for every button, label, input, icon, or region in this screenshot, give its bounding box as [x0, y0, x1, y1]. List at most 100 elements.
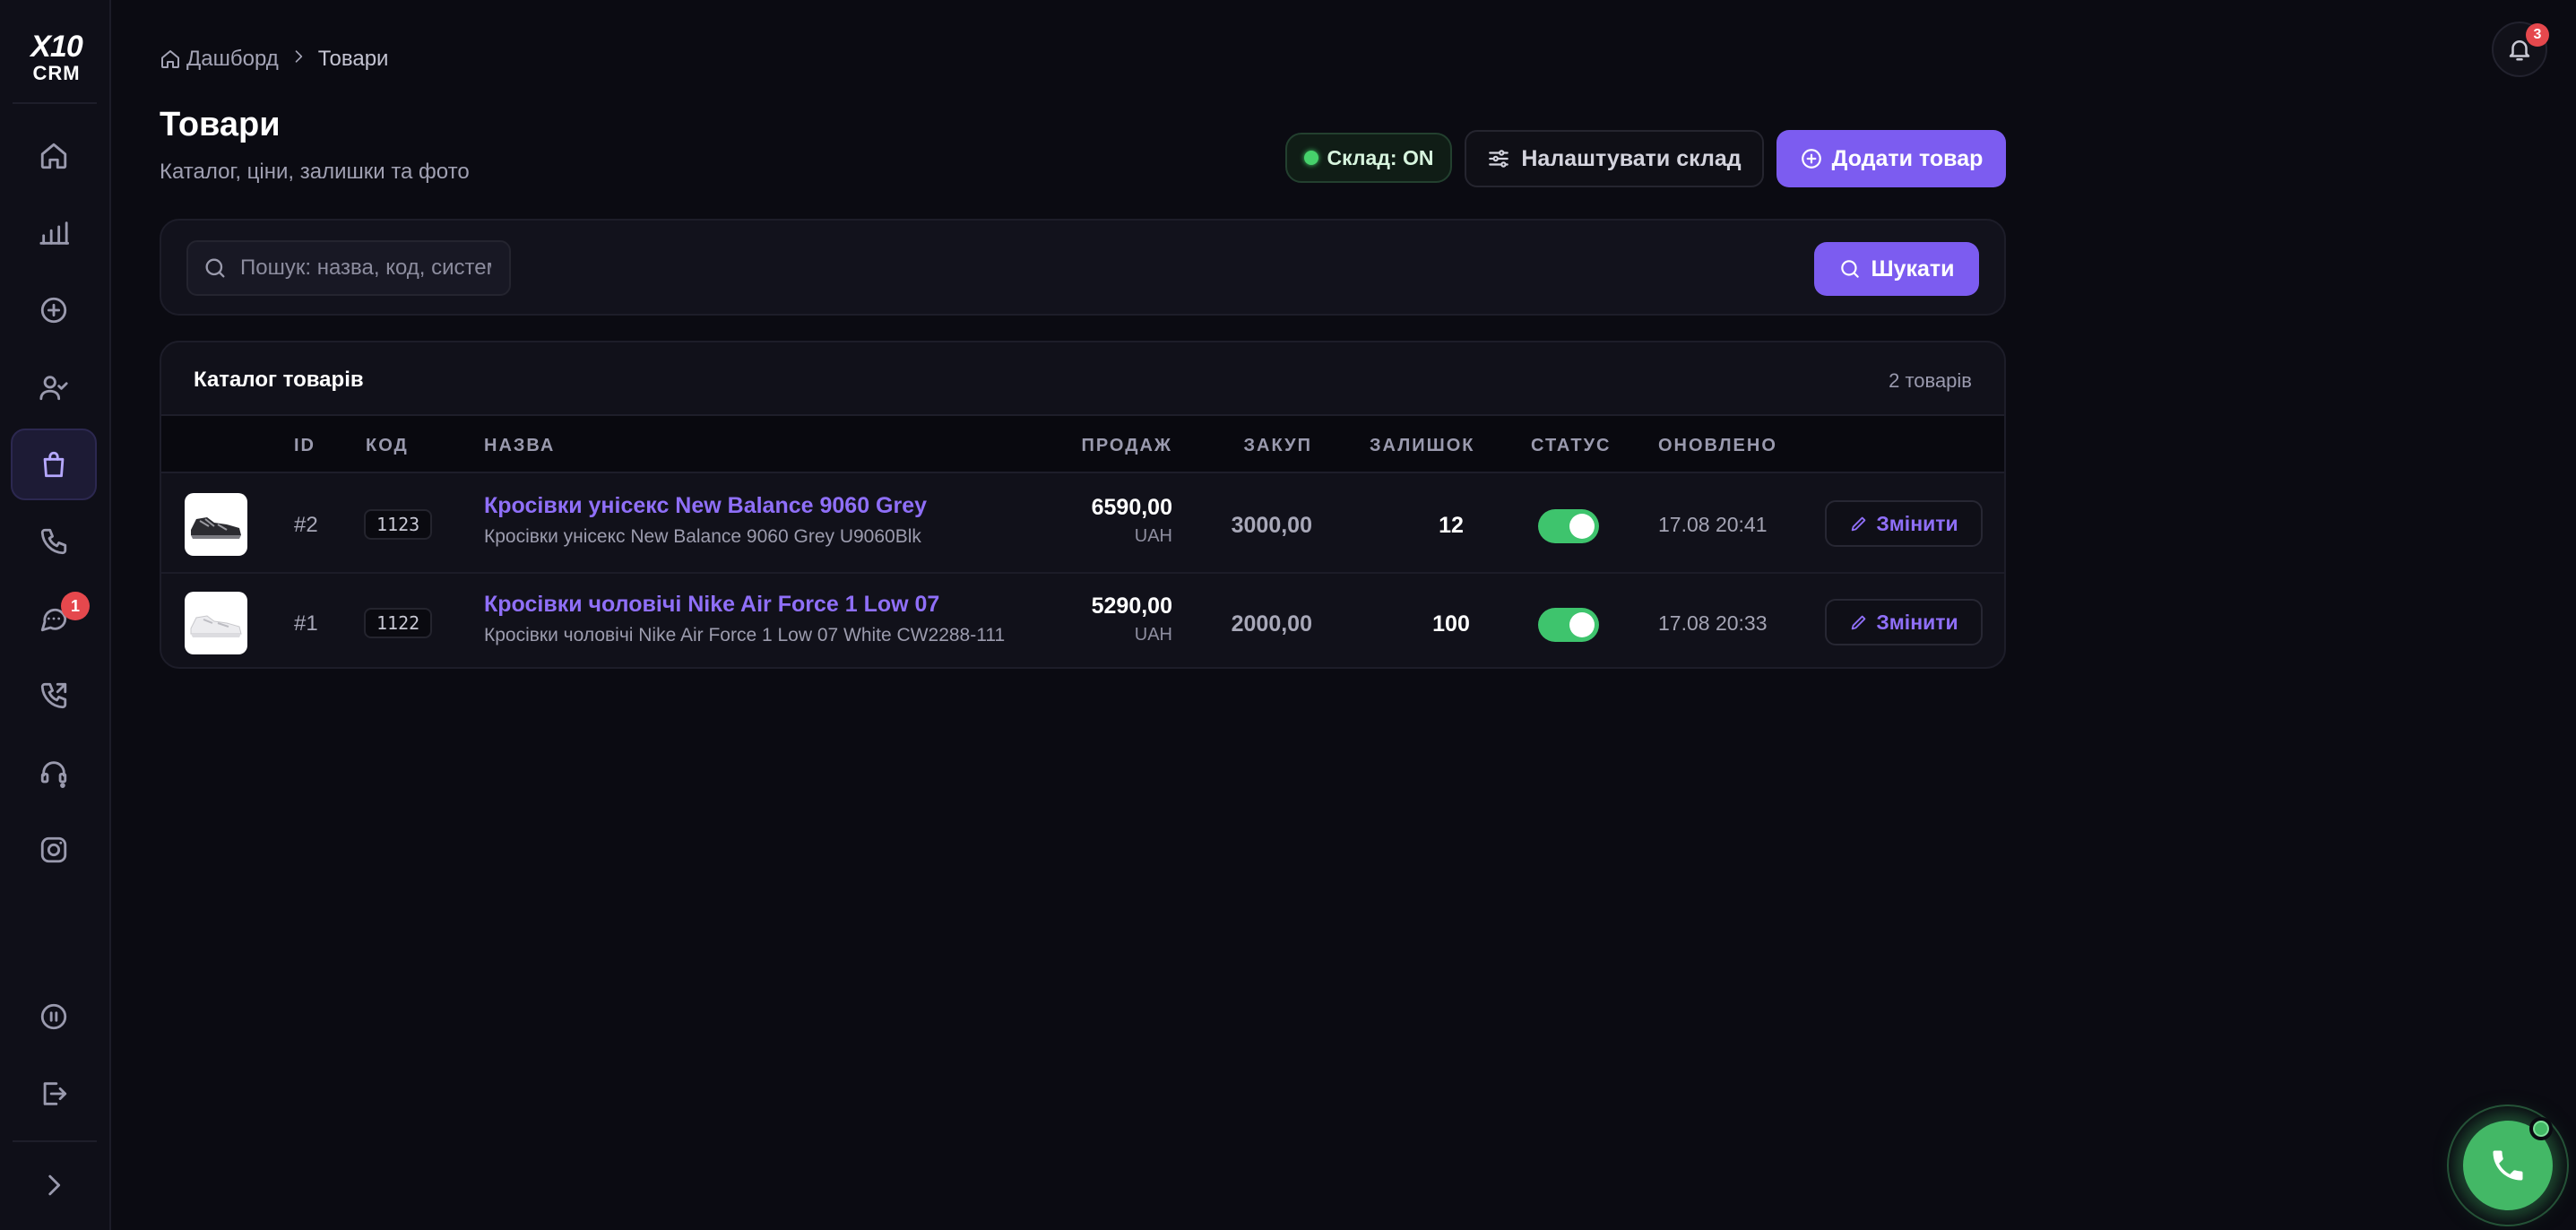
status-toggle[interactable] [1538, 608, 1599, 642]
product-name-link[interactable]: Кросівки чоловічі Nike Air Force 1 Low 0… [484, 592, 1005, 618]
product-name-cell: Кросівки унісекс New Balance 9060 Grey К… [484, 493, 927, 548]
product-name-cell: Кросівки чоловічі Nike Air Force 1 Low 0… [484, 592, 1005, 646]
updated-at: 17.08 20:33 [1658, 611, 1768, 635]
search-icon [1841, 260, 1860, 278]
column-stock[interactable]: ЗАЛИШОК [1370, 436, 1475, 456]
chat-badge: 1 [61, 592, 90, 620]
sidebar-item-clients[interactable] [11, 351, 97, 423]
phone-icon [2493, 1150, 2523, 1181]
sale-price-cell: 5290,00 UAH [1092, 593, 1172, 645]
table-header: ID КОД НАЗВА ПРОДАЖ ЗАКУП ЗАЛИШОК СТАТУС… [161, 416, 2004, 473]
edit-button[interactable]: Змінити [1825, 599, 1983, 645]
edit-label: Змінити [1876, 511, 1958, 535]
edit-label: Змінити [1876, 610, 1958, 634]
search-field[interactable] [186, 240, 511, 296]
column-name[interactable]: НАЗВА [484, 436, 555, 456]
sidebar-item-products[interactable] [11, 429, 97, 500]
pencil-icon [1852, 615, 1866, 630]
stock-status-chip[interactable]: Склад: ON [1285, 133, 1452, 183]
updated-at: 17.08 20:41 [1658, 513, 1768, 536]
product-id: #1 [294, 611, 318, 636]
breadcrumb-current: Товари [317, 47, 389, 71]
pause-circle-icon [40, 1003, 67, 1030]
search-icon [205, 258, 225, 278]
user-check-icon [39, 376, 68, 401]
sidebar-item-support[interactable] [11, 737, 97, 809]
plus-circle-icon [40, 297, 67, 324]
product-id: #2 [294, 513, 318, 537]
breadcrumb-separator [290, 47, 307, 72]
edit-button[interactable]: Змінити [1825, 500, 1983, 547]
sidebar-item-analytics[interactable] [11, 197, 97, 269]
bar-chart-icon [39, 221, 69, 245]
column-id[interactable]: ID [294, 436, 316, 456]
search-button[interactable]: Шукати [1814, 242, 1979, 296]
sidebar-item-dashboard[interactable] [11, 120, 97, 192]
add-product-label: Додати товар [1831, 145, 1984, 171]
products-table-card: Каталог товарів 2 товарів ID КОД НАЗВА П… [160, 341, 2006, 669]
stock-quantity: 100 [1432, 611, 1470, 637]
sidebar-item-pause[interactable] [11, 981, 97, 1052]
app-logo[interactable]: X10 CRM [16, 30, 97, 84]
status-toggle[interactable] [1538, 509, 1599, 543]
status-dot [1303, 151, 1318, 165]
column-sale[interactable]: ПРОДАЖ [1081, 436, 1172, 456]
logo-text: CRM [32, 62, 81, 84]
column-purchase[interactable]: ЗАКУП [1244, 436, 1313, 456]
configure-stock-button[interactable]: Налаштувати склад [1465, 130, 1764, 187]
catalog-title: Каталог товарів [194, 368, 364, 392]
pencil-icon [1852, 516, 1866, 532]
sidebar-item-chats[interactable]: 1 [11, 583, 97, 654]
page-subtitle: Каталог, ціни, залишки та фото [160, 160, 470, 184]
call-status-indicator [2529, 1117, 2553, 1140]
phone-icon [40, 528, 67, 555]
add-product-button[interactable]: Додати товар [1776, 130, 2006, 187]
sidebar-expand-button[interactable] [11, 1149, 97, 1221]
product-name-link[interactable]: Кросівки унісекс New Balance 9060 Grey [484, 493, 927, 519]
purchase-price: 3000,00 [1231, 513, 1312, 538]
product-code: 1123 [364, 509, 433, 540]
column-status[interactable]: СТАТУС [1531, 436, 1611, 456]
table-row[interactable]: #2 1123 Кросівки унісекс New Balance 906… [161, 475, 2004, 572]
column-updated[interactable]: ОНОВЛЕНО [1658, 436, 1777, 456]
logout-icon [43, 1082, 67, 1105]
sidebar: X10 CRM 1 [0, 0, 111, 1230]
breadcrumb-home-label: Дашборд [186, 47, 279, 71]
purchase-price: 2000,00 [1231, 611, 1312, 637]
currency: UAH [1134, 625, 1172, 645]
breadcrumb-home[interactable]: Дашборд [160, 47, 279, 72]
notifications-button[interactable]: 3 [2492, 22, 2549, 77]
sidebar-item-create[interactable] [11, 274, 97, 346]
product-description: Кросівки унісекс New Balance 9060 Grey U… [484, 526, 921, 547]
sale-price: 5290,00 [1091, 593, 1172, 619]
table-row[interactable]: #1 1122 Кросівки чоловічі Nike Air Force… [161, 572, 2004, 667]
product-thumbnail[interactable] [185, 493, 247, 556]
sliders-icon [1489, 150, 1509, 168]
headset-icon [40, 761, 67, 788]
sidebar-item-instagram[interactable] [11, 814, 97, 886]
home-icon [161, 50, 179, 68]
sidebar-divider [13, 102, 97, 104]
sidebar-item-calls[interactable] [11, 506, 97, 577]
search-button-label: Шукати [1871, 256, 1955, 282]
product-thumbnail[interactable] [185, 592, 247, 654]
product-code: 1122 [364, 608, 433, 638]
search-input[interactable] [240, 256, 491, 281]
stock-quantity: 12 [1439, 513, 1464, 538]
sale-price-cell: 6590,00 UAH [1092, 495, 1172, 547]
configure-stock-label: Налаштувати склад [1521, 145, 1742, 171]
toggle-knob [1569, 514, 1595, 539]
table-card-header: Каталог товарів 2 товарів [161, 342, 2004, 416]
product-description: Кросівки чоловічі Nike Air Force 1 Low 0… [484, 625, 1006, 645]
home-icon [40, 143, 67, 169]
sidebar-divider [13, 1140, 97, 1142]
column-code[interactable]: КОД [366, 436, 409, 456]
sidebar-item-logout[interactable] [11, 1058, 97, 1130]
shopping-bag-icon [43, 451, 65, 478]
phone-outgoing-icon [40, 682, 67, 709]
sneaker-image [190, 615, 242, 637]
sale-price: 6590,00 [1091, 495, 1172, 520]
currency: UAH [1134, 526, 1172, 546]
plus-circle-icon [1801, 149, 1821, 169]
sidebar-item-outgoing-calls[interactable] [11, 660, 97, 732]
